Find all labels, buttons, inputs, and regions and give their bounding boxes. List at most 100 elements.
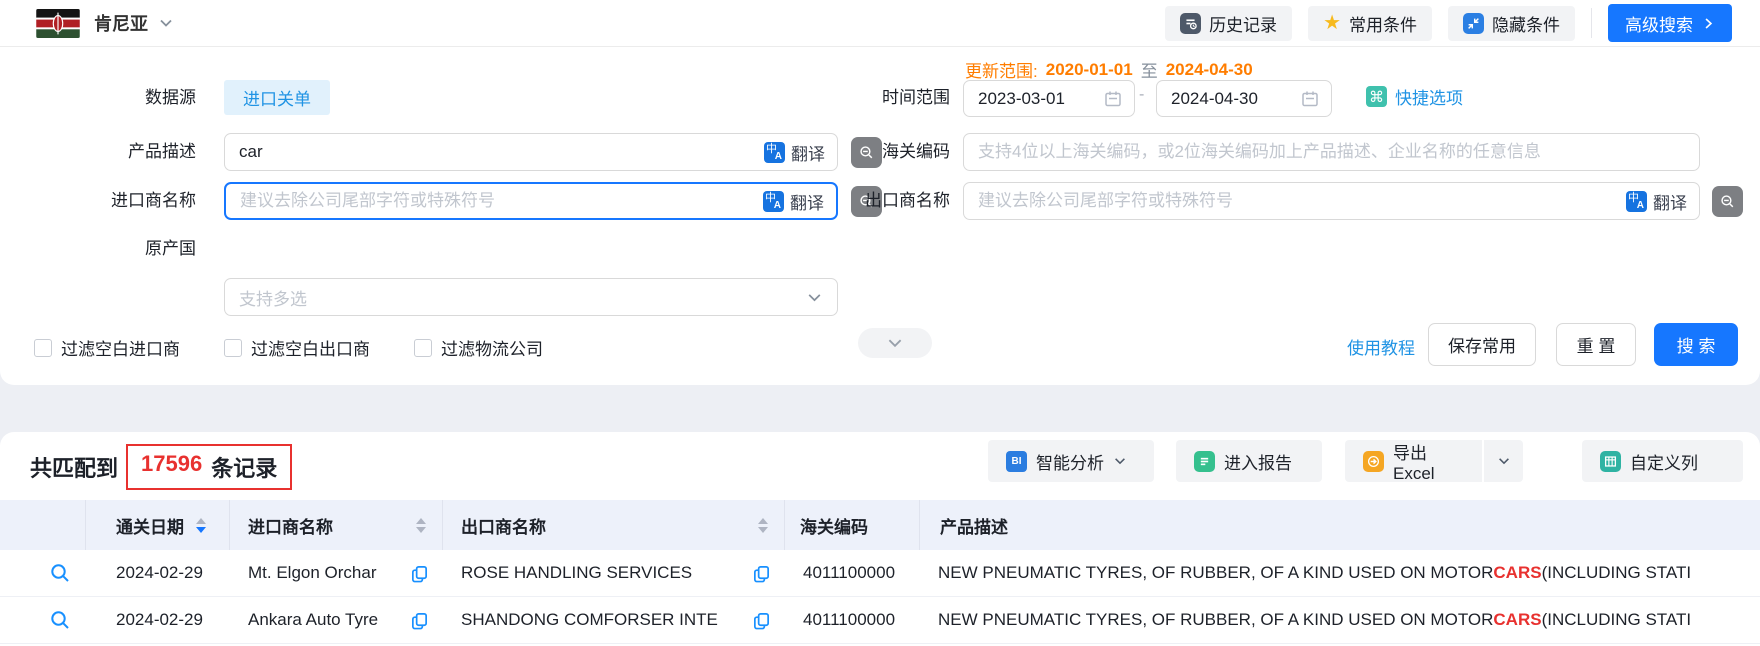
importer-name[interactable]: Ankara Auto Tyre — [248, 610, 404, 630]
search-filter-panel: 更新范围: 2020-01-01 至 2024-04-30 数据源 进口关单 时… — [0, 47, 1760, 385]
advanced-search-label: 高级搜索 — [1625, 11, 1693, 36]
export-excel-button[interactable]: 导出Excel — [1345, 440, 1473, 482]
exporter-label: 出口商名称 — [780, 189, 950, 213]
divider — [1591, 8, 1592, 38]
importer-input[interactable] — [240, 191, 763, 211]
search-button[interactable]: 搜 索 — [1654, 323, 1738, 366]
copy-icon[interactable] — [410, 564, 429, 583]
history-label: 历史记录 — [1209, 11, 1277, 36]
product-desc-label: 产品描述 — [26, 140, 196, 164]
date-start-value[interactable] — [978, 89, 1104, 109]
origin-country-select[interactable]: 支持多选 — [224, 278, 838, 316]
view-detail-icon[interactable] — [49, 609, 71, 631]
checkbox-icon — [224, 339, 242, 357]
export-options-button[interactable] — [1482, 440, 1523, 482]
chevron-down-icon — [1113, 454, 1127, 468]
reset-button[interactable]: 重 置 — [1556, 323, 1636, 366]
sort-icons[interactable] — [196, 518, 206, 533]
expand-collapse-button[interactable] — [858, 328, 932, 358]
data-source-tab-import[interactable]: 进口关单 — [224, 80, 330, 115]
header-cell-exporter[interactable]: 出口商名称 — [443, 500, 785, 550]
hs-code: 4011100000 — [803, 610, 920, 630]
header-cell-date[interactable]: 通关日期 — [86, 500, 230, 550]
update-range-info: 更新范围: 2020-01-01 至 2024-04-30 — [965, 57, 1253, 82]
country-name[interactable]: 肯尼亚 — [94, 10, 148, 36]
custom-columns-button[interactable]: 自定义列 — [1582, 440, 1743, 482]
product-desc-field: 中A 翻译 — [224, 133, 838, 171]
country-chevron-down-icon[interactable] — [158, 15, 174, 31]
importer-name[interactable]: Mt. Elgon Orchar — [248, 563, 404, 583]
collapse-icon — [1463, 13, 1484, 34]
calendar-icon — [1104, 90, 1122, 108]
export-excel-label: 导出Excel — [1393, 439, 1455, 484]
header-cell-search — [34, 500, 86, 550]
date-start-input[interactable] — [963, 80, 1135, 117]
update-range-to: 至 — [1141, 57, 1158, 82]
product-desc-input[interactable] — [239, 142, 764, 162]
chevron-down-icon — [886, 334, 904, 352]
columns-icon — [1600, 451, 1621, 472]
column-title: 进口商名称 — [248, 513, 333, 538]
star-icon: ★ — [1323, 13, 1341, 33]
advanced-search-button[interactable]: 高级搜索 — [1608, 4, 1732, 42]
translate-label: 翻译 — [1653, 189, 1687, 214]
hide-filters-button[interactable]: 隐藏条件 — [1448, 6, 1575, 41]
header-cell-description: 产品描述 — [920, 500, 1760, 550]
description-cell: NEW PNEUMATIC TYRES, OF RUBBER, OF A KIN… — [920, 550, 1760, 596]
smart-analysis-label: 智能分析 — [1036, 449, 1104, 474]
save-favorites-button[interactable]: 保存常用 — [1428, 323, 1536, 366]
description-text: NEW PNEUMATIC TYRES, OF RUBBER, OF A KIN… — [938, 610, 1493, 630]
row-detail-cell — [34, 597, 86, 643]
export-icon — [1363, 451, 1384, 472]
translate-button[interactable]: 中A 翻译 — [1626, 189, 1687, 214]
hs-code-label: 海关编码 — [780, 140, 950, 164]
hs-code: 4011100000 — [803, 563, 920, 583]
table-header: 通关日期 进口商名称 出口商名称 海关编码 产品描述 — [0, 500, 1760, 550]
chevron-down-icon — [1497, 454, 1511, 468]
checkbox-icon — [414, 339, 432, 357]
exporter-input[interactable] — [978, 191, 1626, 211]
smart-analysis-button[interactable]: BI 智能分析 — [988, 440, 1154, 482]
exporter-name[interactable]: ROSE HANDLING SERVICES — [461, 563, 746, 583]
filter-blank-exporter-checkbox[interactable]: 过滤空白出口商 — [224, 335, 370, 360]
column-title: 通关日期 — [116, 513, 184, 538]
header-cell-importer[interactable]: 进口商名称 — [230, 500, 443, 550]
export-excel-split-button: 导出Excel — [1345, 440, 1523, 482]
date-cell: 2024-02-29 — [86, 550, 230, 596]
hscode-cell: 4011100000 — [785, 550, 920, 596]
clearance-date: 2024-02-29 — [116, 610, 230, 630]
copy-icon[interactable] — [410, 611, 429, 630]
importer-cell: Ankara Auto Tyre — [230, 597, 443, 643]
kenya-flag-icon — [36, 9, 80, 38]
description-text: NEW PNEUMATIC TYRES, OF RUBBER, OF A KIN… — [938, 563, 1493, 583]
bi-analysis-icon: BI — [1006, 451, 1027, 472]
importer-cell: Mt. Elgon Orchar — [230, 550, 443, 596]
tutorial-link[interactable]: 使用教程 — [1347, 334, 1415, 359]
column-title: 海关编码 — [800, 513, 868, 538]
date-end-input[interactable] — [1156, 80, 1332, 117]
filter-blank-importer-checkbox[interactable]: 过滤空白进口商 — [34, 335, 180, 360]
hscode-cell: 4011100000 — [785, 597, 920, 643]
exporter-cell: SHANDONG COMFORSER INTE — [443, 597, 785, 643]
view-detail-icon[interactable] — [49, 562, 71, 584]
enter-report-button[interactable]: 进入报告 — [1176, 440, 1322, 482]
hide-filters-label: 隐藏条件 — [1492, 11, 1560, 36]
filter-logistics-checkbox[interactable]: 过滤物流公司 — [414, 335, 543, 360]
copy-icon[interactable] — [752, 611, 771, 630]
description-text: (INCLUDING STATI — [1542, 610, 1692, 630]
hs-code-input[interactable] — [978, 142, 1687, 162]
sort-icons[interactable] — [416, 518, 426, 533]
description-text: (INCLUDING STATI — [1542, 563, 1692, 583]
favorites-button[interactable]: ★ 常用条件 — [1308, 6, 1432, 41]
exporter-field: 中A 翻译 — [963, 182, 1700, 220]
update-range-start: 2020-01-01 — [1046, 60, 1133, 80]
description-highlight: CARS — [1493, 563, 1541, 583]
clearance-date: 2024-02-29 — [116, 563, 230, 583]
synonym-search-icon[interactable] — [1712, 186, 1743, 217]
quick-options-button[interactable]: ⌘ 快捷选项 — [1366, 84, 1463, 109]
date-end-value[interactable] — [1171, 89, 1301, 109]
sort-icons[interactable] — [758, 518, 768, 533]
exporter-name[interactable]: SHANDONG COMFORSER INTE — [461, 610, 746, 630]
history-button[interactable]: 历史记录 — [1165, 6, 1292, 41]
copy-icon[interactable] — [752, 564, 771, 583]
